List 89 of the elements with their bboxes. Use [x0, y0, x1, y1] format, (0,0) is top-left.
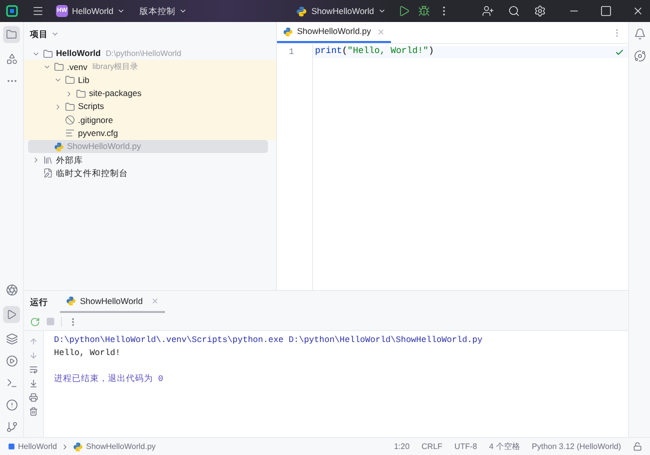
python-icon: [72, 442, 83, 452]
tree-row[interactable]: site-packages: [24, 86, 276, 100]
run-icon: [6, 309, 17, 320]
collapse-chevron-icon[interactable]: [65, 90, 73, 98]
close-icon[interactable]: [632, 5, 644, 17]
folder-icon: [65, 75, 75, 86]
project-tool-button[interactable]: [3, 26, 20, 43]
vcs-menu[interactable]: 版本控制: [139, 4, 188, 18]
panel-title: 运行: [30, 296, 48, 308]
search-icon[interactable]: [508, 5, 520, 17]
tree-row[interactable]: Scripts: [24, 100, 276, 114]
chevron-icon: [179, 7, 188, 15]
tree-item-label: .gitignore: [78, 114, 113, 126]
add-user-icon[interactable]: [482, 5, 494, 17]
soft-wrap-icon[interactable]: [29, 365, 38, 374]
status-item[interactable]: UTF-8: [450, 440, 482, 452]
folder-icon: [54, 62, 64, 72]
spiral-icon[interactable]: [634, 50, 646, 62]
tree-item-label: Scripts: [78, 100, 104, 114]
tree-row[interactable]: Lib: [24, 74, 276, 87]
run-tool-button[interactable]: [3, 306, 20, 323]
main-menu-icon[interactable]: [32, 5, 44, 17]
tree-row[interactable]: 外部库: [24, 153, 276, 167]
tree-item-hint: D:\python\HelloWorld: [106, 48, 182, 60]
folder-icon: [6, 29, 17, 40]
tree-row[interactable]: pyvenv.cfg: [24, 126, 276, 140]
chevron-icon: [117, 7, 126, 15]
library-icon: [43, 155, 53, 166]
run-tab[interactable]: ShowHelloWorld: [60, 291, 165, 313]
tree-item-label: Lib: [78, 74, 90, 87]
app-logo-icon: [6, 5, 18, 17]
tree-row[interactable]: .venv library根目录: [24, 60, 276, 74]
tree-row[interactable]: 临时文件和控制台: [24, 166, 276, 180]
unlock-icon[interactable]: [633, 442, 642, 451]
python-icon: [283, 26, 293, 36]
python-icon: [66, 296, 76, 306]
tree-item-label: HelloWorld: [56, 47, 101, 60]
module-icon: [8, 443, 15, 450]
terminal-icon[interactable]: [6, 377, 18, 389]
maximize-icon[interactable]: [600, 5, 612, 17]
notifications-icon[interactable]: [634, 28, 646, 40]
chevron-icon[interactable]: [51, 30, 59, 38]
python-console-icon[interactable]: [6, 284, 18, 296]
console-line: 进程已结束，退出代码为 0: [54, 373, 164, 386]
git-icon[interactable]: [6, 421, 18, 433]
tree-item-label: 外部库: [56, 154, 83, 166]
tree-item-hint: library根目录: [92, 60, 138, 73]
console-line: Hello, World!: [54, 347, 122, 360]
chevron-icon: [378, 7, 386, 15]
status-item[interactable]: 1:20: [390, 440, 414, 452]
print-icon[interactable]: [29, 393, 38, 402]
breadcrumb-item[interactable]: ShowHelloWorld.py: [72, 440, 156, 452]
run-config-selector[interactable]: ShowHelloWorld: [296, 4, 386, 18]
tree-item-label: .venv: [67, 60, 88, 74]
tree-row[interactable]: HelloWorld D:\python\HelloWorld: [24, 47, 276, 60]
trash-icon[interactable]: [29, 407, 38, 416]
python-icon: [296, 6, 308, 16]
code-line: print("Hello, World!"): [315, 45, 434, 58]
status-item[interactable]: 4 个空格: [485, 440, 524, 452]
tree-row[interactable]: .gitignore: [24, 113, 276, 127]
folder-icon: [65, 102, 75, 112]
tree-item-label: pyvenv.cfg: [78, 127, 118, 140]
panel-title: 项目: [30, 28, 48, 40]
breadcrumb-item[interactable]: HelloWorld: [8, 440, 57, 452]
run-icon[interactable]: [398, 5, 410, 17]
collapse-chevron-icon[interactable]: [54, 102, 62, 111]
tree-item-label: ShowHelloWorld.py: [67, 140, 142, 154]
line-number: 1: [288, 46, 295, 58]
ignore-file-icon: [65, 115, 75, 126]
console-line: D:\python\HelloWorld\.venv\Scripts\python.exe D:\python\HelloWorld\ShowHelloWorld.py: [54, 334, 484, 347]
structure-icon[interactable]: [6, 53, 18, 65]
text-file-icon: [65, 128, 75, 138]
settings-icon[interactable]: [534, 5, 546, 17]
scratch-file-icon: [43, 168, 53, 178]
folder-icon: [43, 48, 53, 59]
tree-item-label: 临时文件和控制台: [56, 166, 128, 180]
tree-item-label: site-packages: [89, 87, 142, 100]
python-icon: [54, 142, 64, 152]
problems-icon[interactable]: [6, 399, 18, 411]
status-item[interactable]: Python 3.12 (HelloWorld): [528, 440, 625, 452]
check-icon: [615, 48, 624, 56]
folder-icon: [76, 88, 86, 99]
services-icon[interactable]: [6, 355, 18, 367]
layers-icon[interactable]: [6, 333, 18, 345]
editor-tab[interactable]: ShowHelloWorld.py: [277, 22, 392, 43]
scroll-to-end-icon[interactable]: [29, 379, 38, 388]
collapse-chevron-icon[interactable]: [32, 156, 40, 164]
debug-icon[interactable]: [418, 5, 430, 17]
status-item[interactable]: CRLF: [418, 440, 446, 452]
